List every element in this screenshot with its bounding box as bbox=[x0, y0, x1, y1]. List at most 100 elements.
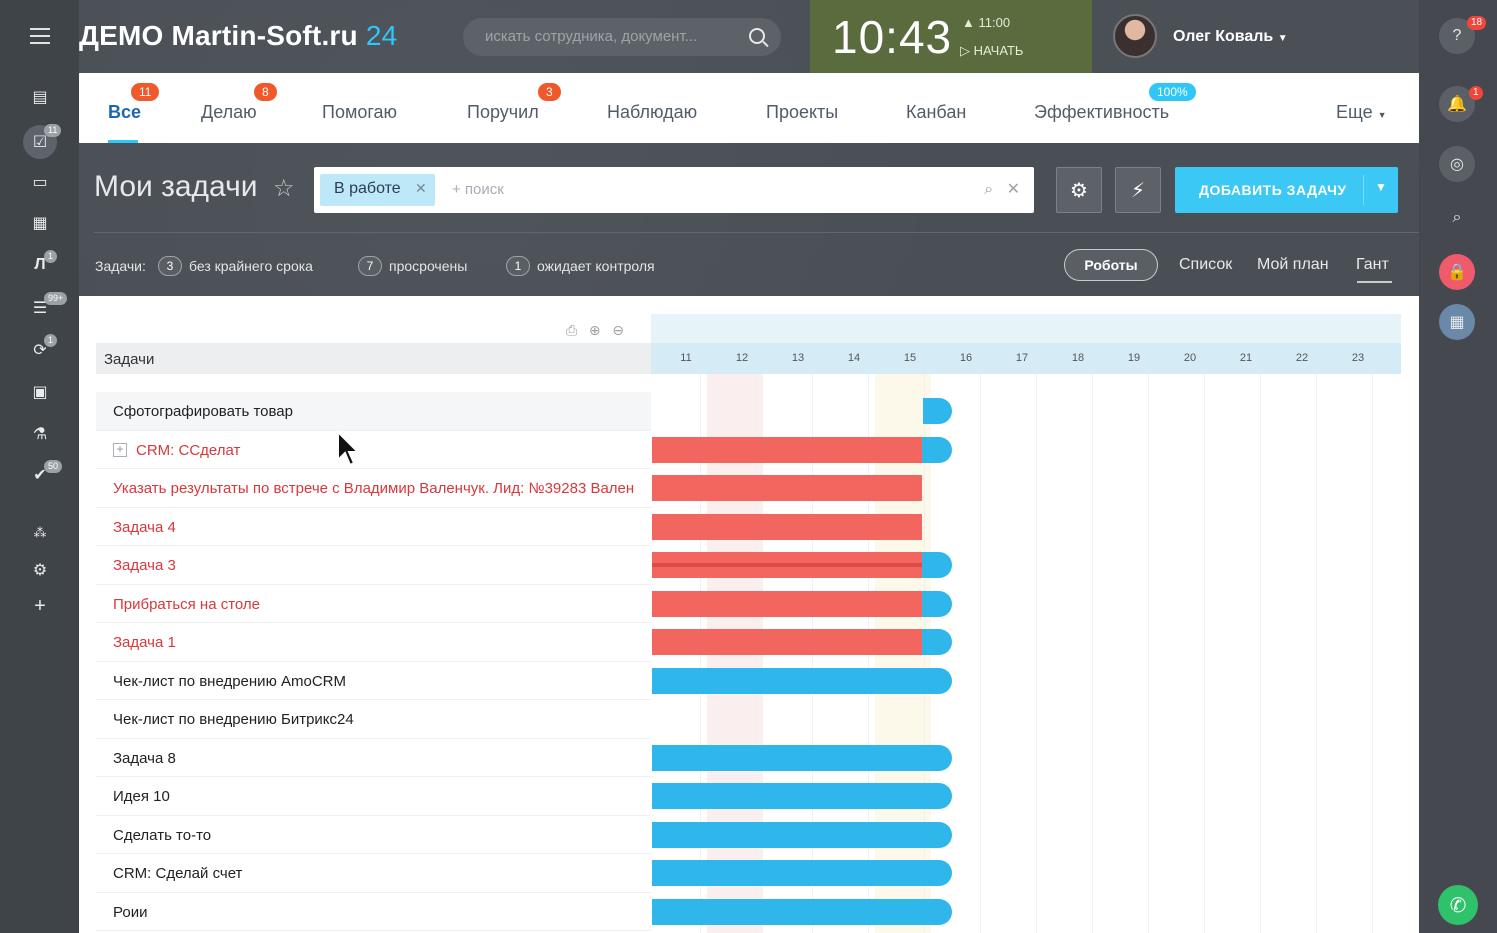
table-row[interactable]: Прибраться на столе bbox=[96, 585, 651, 623]
gantt-bar[interactable] bbox=[652, 552, 952, 578]
task-name[interactable]: CRM: Сделай счет bbox=[113, 865, 242, 882]
tab-assigned[interactable]: Поручил bbox=[467, 102, 539, 123]
chevron-down-icon[interactable]: ▼ bbox=[1375, 180, 1387, 194]
task-name[interactable]: Задача 8 bbox=[113, 750, 176, 767]
table-row[interactable]: Задача 1 bbox=[96, 623, 651, 662]
gantt-bar[interactable] bbox=[652, 475, 922, 501]
gantt-bar[interactable] bbox=[652, 821, 952, 848]
gantt-bar[interactable] bbox=[652, 667, 952, 694]
control-label[interactable]: ожидает контроля bbox=[537, 258, 655, 274]
task-name[interactable]: Указать результаты по встрече с Владимир… bbox=[113, 480, 634, 497]
search-placeholder: искать сотрудника, документ... bbox=[485, 28, 698, 45]
gantt-bar[interactable] bbox=[652, 436, 952, 463]
structure-icon[interactable]: ⁂ bbox=[26, 519, 54, 547]
automation-button[interactable]: ⚡ bbox=[1115, 167, 1161, 213]
task-name[interactable]: Задача 3 bbox=[113, 557, 176, 574]
task-name[interactable]: Задача 1 bbox=[113, 634, 176, 651]
table-row[interactable]: Задача 8 bbox=[96, 739, 651, 777]
logo[interactable]: ДЕМО Martin-Soft.ru 24 bbox=[79, 20, 397, 52]
gantt-chart: 11 12 13 14 15 16 17 18 19 20 21 22 23 bbox=[651, 314, 1401, 933]
tab-efficiency[interactable]: Эффективность bbox=[1034, 102, 1169, 123]
contact-card-icon[interactable]: ▣ bbox=[26, 378, 54, 406]
gantt-bar[interactable] bbox=[652, 590, 952, 617]
search-icon[interactable] bbox=[749, 28, 765, 44]
user-avatar[interactable] bbox=[1113, 14, 1157, 58]
table-row[interactable]: Сфотографировать товар bbox=[96, 392, 651, 431]
table-row[interactable]: Чек-лист по внедрению AmoCRM bbox=[96, 662, 651, 700]
table-row[interactable]: CRM: Сделай счет bbox=[96, 854, 651, 893]
task-name[interactable]: Чек-лист по внедрению Битрикс24 bbox=[113, 711, 354, 728]
add-task-button[interactable]: ДОБАВИТЬ ЗАДАЧУ ▼ bbox=[1175, 167, 1398, 213]
zoom-out-icon[interactable]: ⊖ bbox=[612, 322, 624, 338]
table-row[interactable]: Идея 10 bbox=[96, 777, 651, 816]
view-list[interactable]: Список bbox=[1179, 256, 1232, 274]
print-icon[interactable]: ⎙ bbox=[566, 322, 577, 338]
flask-icon[interactable]: ⚗ bbox=[26, 420, 54, 448]
clear-icon[interactable]: ✕ bbox=[1007, 181, 1020, 198]
tab-more[interactable]: Еще ▼ bbox=[1336, 102, 1387, 123]
table-row[interactable]: Задача 3 bbox=[96, 546, 651, 585]
settings-icon[interactable]: ⚙ bbox=[26, 556, 54, 584]
time-widget[interactable]: 10:43 ▲ 11:00 ▷ НАЧАТЬ bbox=[810, 0, 1092, 73]
calendar-icon[interactable]: ▦ bbox=[26, 209, 54, 237]
table-row[interactable]: Роии bbox=[96, 893, 651, 931]
tab-helping[interactable]: Помогаю bbox=[322, 102, 397, 123]
task-name[interactable]: Роии bbox=[113, 904, 147, 921]
tab-all[interactable]: Все bbox=[108, 102, 141, 123]
overdue-count[interactable]: 7 bbox=[358, 256, 382, 276]
grid-header-label[interactable]: Задачи bbox=[104, 351, 154, 368]
gantt-bar[interactable] bbox=[652, 898, 952, 925]
star-icon[interactable]: ☆ bbox=[273, 174, 295, 203]
close-icon[interactable]: ✕ bbox=[415, 180, 427, 197]
filter-search[interactable]: В работе ✕ + поиск ⌕ ✕ bbox=[314, 167, 1034, 213]
feed-icon[interactable]: ▤ bbox=[26, 83, 54, 111]
settings-button[interactable]: ⚙ bbox=[1056, 167, 1102, 213]
chat-icon[interactable]: ▭ bbox=[26, 168, 54, 196]
task-name[interactable]: Прибраться на столе bbox=[113, 596, 260, 613]
phone-icon[interactable]: ✆ bbox=[1438, 885, 1478, 925]
right-sidebar: ? 18 🔔 1 ◎ ⌕ 🔒 ▦ bbox=[1419, 0, 1497, 933]
gantt-bar[interactable] bbox=[652, 513, 922, 540]
zoom-in-icon[interactable]: ⊕ bbox=[589, 322, 601, 338]
lock-icon[interactable]: 🔒 bbox=[1439, 254, 1475, 290]
table-row[interactable]: Чек-лист по внедрению Битрикс24 bbox=[96, 700, 651, 739]
view-gantt[interactable]: Гант bbox=[1356, 256, 1389, 274]
menu-icon[interactable] bbox=[30, 28, 50, 49]
control-count[interactable]: 1 bbox=[506, 256, 530, 276]
table-row[interactable]: + CRM: ССделат bbox=[96, 431, 651, 469]
divider bbox=[94, 232, 1419, 233]
gantt-bar[interactable] bbox=[652, 744, 952, 771]
gantt-bar[interactable] bbox=[652, 860, 952, 886]
table-row[interactable]: Сделать то-то bbox=[96, 816, 651, 854]
avatar-icon[interactable]: ▦ bbox=[1439, 304, 1475, 340]
expand-icon[interactable]: + bbox=[113, 442, 127, 457]
task-name[interactable]: Задача 4 bbox=[113, 519, 176, 536]
add-icon[interactable]: + bbox=[26, 592, 54, 620]
table-row[interactable]: Задача 4 bbox=[96, 508, 651, 546]
task-name[interactable]: Сделать то-то bbox=[113, 827, 211, 844]
search-icon[interactable]: ⌕ bbox=[1439, 200, 1475, 236]
filter-chip[interactable]: В работе ✕ bbox=[320, 174, 435, 206]
no-deadline-count[interactable]: 3 bbox=[158, 256, 182, 276]
gantt-bar[interactable] bbox=[652, 629, 952, 655]
tab-doing[interactable]: Делаю bbox=[201, 102, 257, 123]
task-name[interactable]: CRM: ССделат bbox=[136, 442, 240, 459]
user-menu[interactable]: Олег Коваль ▼ bbox=[1173, 28, 1288, 46]
start-day-button[interactable]: ▷ НАЧАТЬ bbox=[960, 43, 1023, 59]
search-input[interactable]: искать сотрудника, документ... bbox=[463, 18, 781, 56]
robots-button[interactable]: Роботы bbox=[1064, 249, 1158, 281]
gantt-bar[interactable] bbox=[923, 398, 952, 424]
tab-kanban[interactable]: Канбан bbox=[906, 102, 966, 123]
tab-watching[interactable]: Наблюдаю bbox=[607, 102, 697, 123]
tab-projects[interactable]: Проекты bbox=[766, 102, 838, 123]
table-row[interactable]: Указать результаты по встрече с Владимир… bbox=[96, 469, 651, 508]
task-name[interactable]: Идея 10 bbox=[113, 788, 170, 805]
search-icon[interactable]: ⌕ bbox=[984, 181, 993, 198]
task-name[interactable]: Чек-лист по внедрению AmoCRM bbox=[113, 673, 346, 690]
task-name[interactable]: Сфотографировать товар bbox=[113, 403, 293, 420]
overdue-label[interactable]: просрочены bbox=[389, 258, 467, 274]
gantt-bar[interactable] bbox=[652, 783, 952, 809]
messages-icon[interactable]: ◎ bbox=[1439, 146, 1475, 182]
no-deadline-label[interactable]: без крайнего срока bbox=[189, 258, 313, 274]
view-my-plan[interactable]: Мой план bbox=[1257, 256, 1329, 274]
